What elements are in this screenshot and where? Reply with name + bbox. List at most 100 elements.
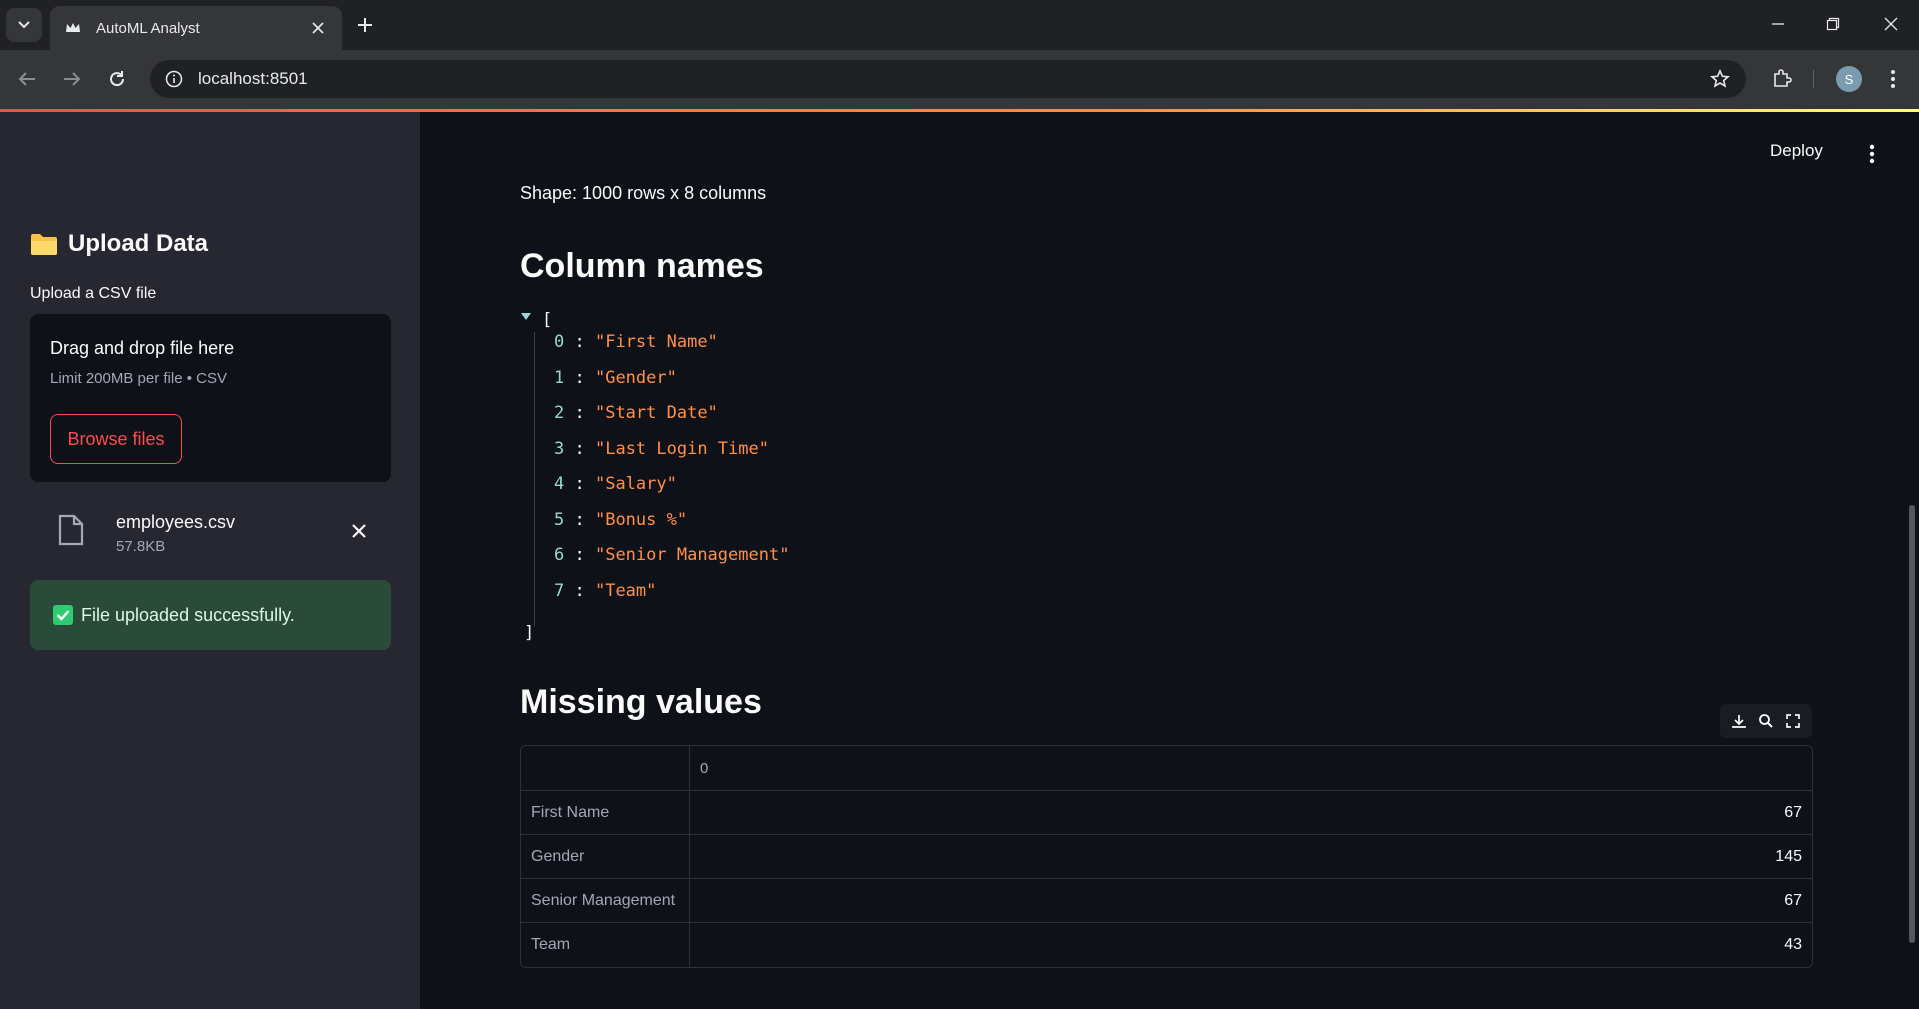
sidebar: Upload Data Upload a CSV file Drag and d… [0, 112, 420, 1009]
row-value-cell[interactable]: 145 [690, 835, 1812, 878]
json-index: 7 [554, 580, 565, 601]
arrow-left-icon [18, 72, 35, 86]
extensions-button[interactable] [1768, 64, 1796, 92]
restore-icon [1826, 17, 1840, 31]
json-list-item: 1 : "Gender" [554, 367, 677, 388]
file-dropzone[interactable]: Drag and drop file here Limit 200MB per … [30, 314, 391, 482]
dropzone-title: Drag and drop file here [50, 338, 235, 358]
vertical-dots-icon [1869, 144, 1875, 164]
json-index: 0 [554, 332, 565, 352]
missing-values-table[interactable]: 0 First Name 67 Gender 145 Senior Management… [520, 745, 1813, 968]
dropzone-subtitle: Limit 200MB per file • CSV [50, 370, 227, 387]
json-string-value: "Team" [594, 580, 657, 601]
new-tab-button[interactable] [352, 12, 378, 38]
json-string-value: "Gender" [594, 367, 677, 388]
json-string-value: "Bonus %" [594, 509, 688, 530]
deploy-button[interactable]: Deploy [1770, 141, 1823, 161]
search-icon[interactable] [1757, 712, 1775, 730]
site-info-icon[interactable] [164, 69, 184, 89]
browser-toolbar: localhost:8501 S [0, 50, 1919, 109]
crown-icon [64, 19, 82, 37]
close-icon [1884, 17, 1898, 31]
json-index: 5 [554, 509, 565, 530]
sidebar-title: Upload Data [30, 230, 208, 258]
address-bar[interactable]: localhost:8501 [150, 60, 1746, 98]
reload-icon [110, 71, 125, 87]
arrow-right-icon [64, 72, 81, 86]
minimize-icon [1772, 23, 1784, 25]
table-header-row: 0 [521, 746, 1812, 791]
forward-button[interactable] [57, 64, 87, 94]
row-value-cell[interactable]: 67 [690, 791, 1812, 834]
table-row[interactable]: First Name 67 [521, 791, 1812, 835]
vertical-dots-icon [1891, 70, 1895, 88]
missing-values-heading: Missing values [520, 683, 762, 721]
remove-file-button[interactable] [348, 520, 370, 542]
row-index-cell: Senior Management [521, 879, 690, 922]
json-string-value: "Last Login Time" [594, 438, 769, 459]
json-index: 4 [554, 474, 565, 494]
table-row[interactable]: Team 43 [521, 923, 1812, 967]
json-string-value: "First Name" [594, 332, 718, 352]
row-value-cell[interactable]: 67 [690, 879, 1812, 922]
checkmark-icon [53, 605, 73, 625]
close-tab-icon[interactable] [308, 18, 328, 38]
file-name: employees.csv [116, 512, 236, 532]
json-list-item: 7 : "Team" [554, 580, 657, 601]
close-icon [352, 524, 366, 538]
chevron-down-icon [18, 21, 30, 29]
sidebar-title-text: Upload Data [68, 230, 209, 257]
row-index-cell: First Name [521, 791, 690, 834]
json-close-bracket: ] [524, 623, 535, 643]
json-list-item: 0 : "First Name" [554, 332, 718, 352]
url-text: localhost:8501 [198, 69, 308, 88]
browser-menu-button[interactable] [1880, 64, 1906, 94]
profile-avatar[interactable]: S [1836, 66, 1862, 92]
index-header-cell [521, 746, 690, 790]
json-list-item: 5 : "Bonus %" [554, 509, 688, 530]
json-index: 2 [554, 403, 565, 423]
page-scrollbar[interactable] [1909, 505, 1915, 943]
browser-tab-bar: AutoML Analyst [0, 0, 1919, 50]
table-row[interactable]: Gender 145 [521, 835, 1812, 879]
json-list-item: 2 : "Start Date" [554, 403, 718, 423]
json-list-item: 3 : "Last Login Time" [554, 438, 769, 459]
json-index: 1 [554, 367, 565, 388]
column-names-heading: Column names [520, 247, 764, 285]
file-size: 57.8KB [116, 538, 166, 555]
file-icon [58, 514, 84, 546]
browse-files-button[interactable]: Browse files [50, 414, 182, 464]
reload-button[interactable] [102, 64, 132, 94]
success-message: File uploaded successfully. [81, 604, 295, 625]
row-index-cell: Gender [521, 835, 690, 878]
back-button[interactable] [12, 64, 42, 94]
toolbar-divider [1813, 70, 1814, 88]
collapse-caret-icon[interactable] [520, 312, 532, 322]
json-list-item: 6 : "Senior Management" [554, 545, 790, 565]
json-indent-rail [534, 332, 535, 626]
shape-text: Shape: 1000 rows x 8 columns [520, 183, 767, 203]
dataframe-toolbar [1720, 704, 1812, 738]
column-header-cell[interactable]: 0 [690, 746, 1812, 790]
json-list-item: 4 : "Salary" [554, 474, 677, 494]
browser-tab[interactable]: AutoML Analyst [50, 6, 342, 50]
minimize-button[interactable] [1758, 8, 1798, 40]
main-menu-button[interactable] [1860, 140, 1884, 168]
fullscreen-icon[interactable] [1784, 712, 1802, 730]
table-row[interactable]: Senior Management 67 [521, 879, 1812, 923]
json-index: 6 [554, 545, 565, 565]
json-string-value: "Salary" [594, 474, 677, 494]
close-window-button[interactable] [1871, 8, 1911, 40]
success-alert: File uploaded successfully. [30, 580, 391, 650]
tab-search-button[interactable] [6, 8, 42, 42]
row-value-cell[interactable]: 43 [690, 923, 1812, 967]
json-open-bracket: [ [542, 310, 553, 330]
folder-icon [31, 234, 57, 255]
json-string-value: "Start Date" [594, 403, 718, 423]
download-icon[interactable] [1730, 712, 1748, 730]
puzzle-icon [1774, 69, 1792, 87]
restore-button[interactable] [1813, 8, 1853, 40]
json-string-value: "Senior Management" [594, 545, 790, 565]
upload-label: Upload a CSV file [30, 285, 157, 302]
bookmark-star-icon[interactable] [1710, 69, 1730, 89]
